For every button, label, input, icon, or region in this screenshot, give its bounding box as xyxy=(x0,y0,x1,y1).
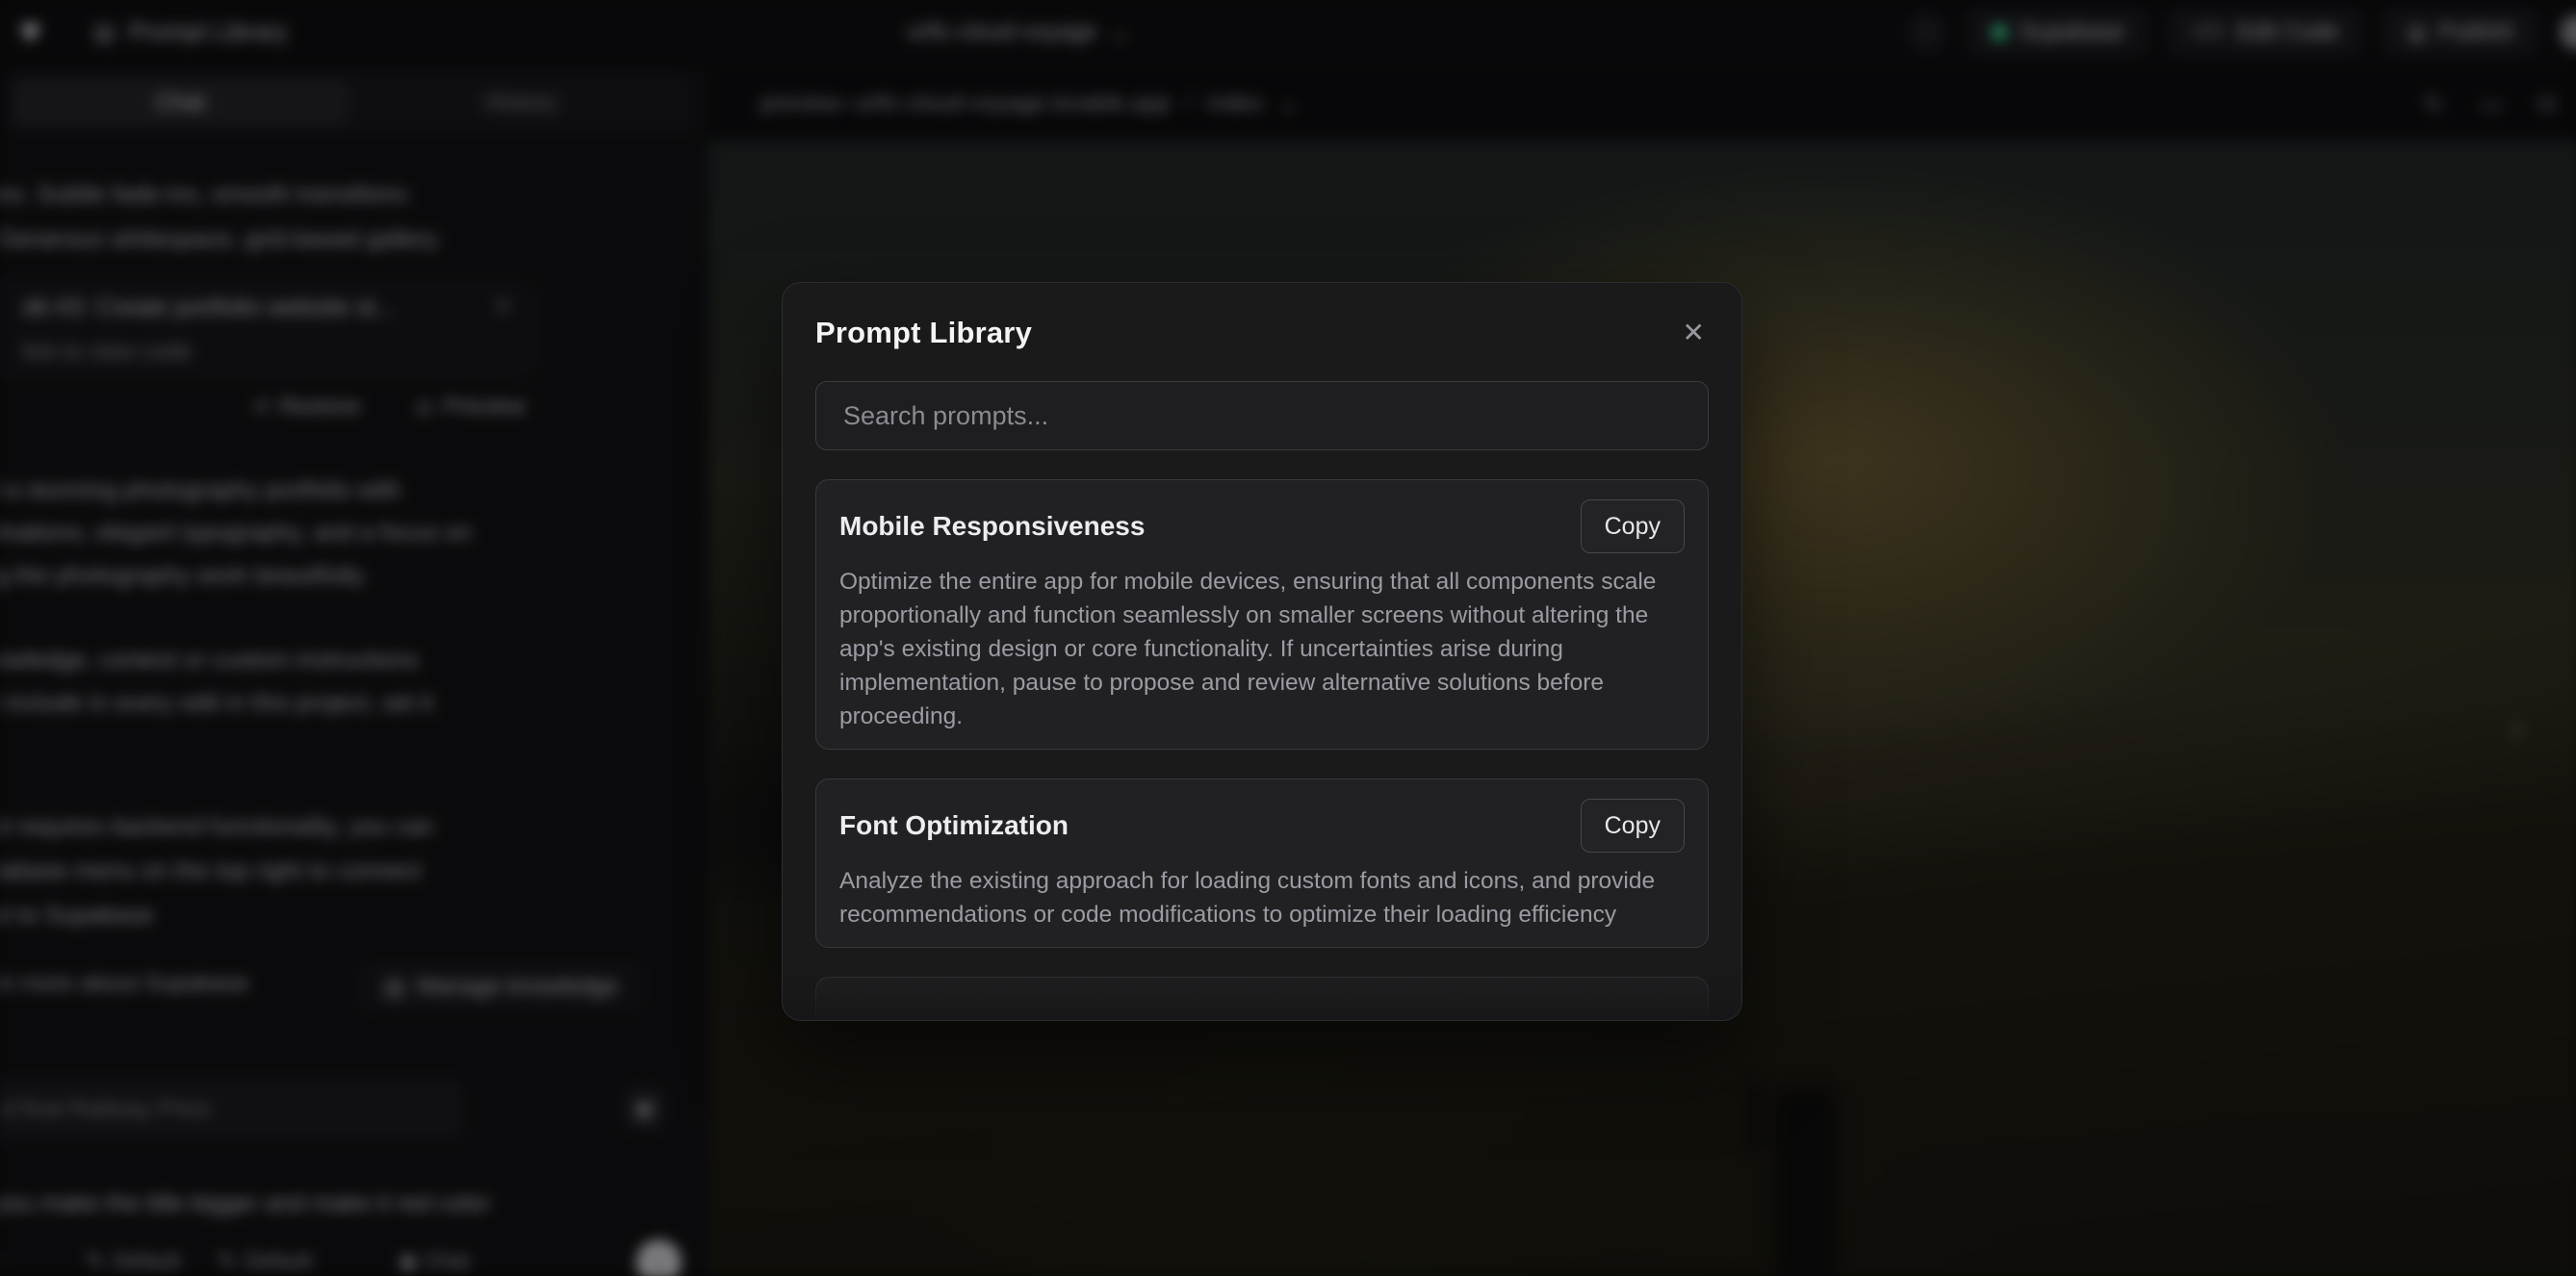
prompt-description: Analyze the existing approach for loadin… xyxy=(839,864,1685,931)
modal-title: Prompt Library xyxy=(815,316,1032,350)
prompt-card[interactable]: Mobile Responsiveness Copy Optimize the … xyxy=(815,479,1709,750)
copy-button[interactable]: Copy xyxy=(1581,799,1685,853)
prompt-description: Optimize the entire app for mobile devic… xyxy=(839,565,1685,733)
close-icon[interactable]: ✕ xyxy=(1679,316,1709,350)
prompt-title: Mobile Responsiveness xyxy=(839,511,1145,542)
copy-button[interactable]: Copy xyxy=(1581,499,1685,553)
prompt-title: Font Optimization xyxy=(839,810,1069,841)
modal-header: Prompt Library ✕ xyxy=(815,316,1709,350)
app-screen: ♥ ▤ Prompt Library urfic-cloud-voyage ⌄ … xyxy=(0,0,2576,1276)
search-input[interactable] xyxy=(815,381,1709,450)
prompt-card[interactable]: Font Optimization Copy Analyze the exist… xyxy=(815,778,1709,948)
prompt-library-modal: Prompt Library ✕ Mobile Responsiveness C… xyxy=(782,282,1742,1021)
prompt-list: Mobile Responsiveness Copy Optimize the … xyxy=(815,479,1709,1020)
prompt-card-partial[interactable] xyxy=(815,977,1709,1020)
